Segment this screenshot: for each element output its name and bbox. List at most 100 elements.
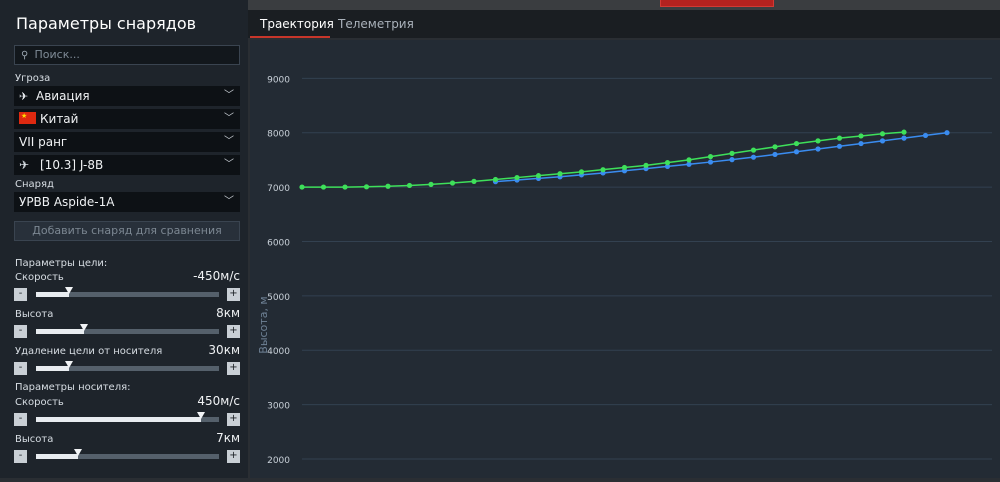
search-input[interactable]: ⚲ Поиск...	[14, 45, 240, 65]
rank-value: VII ранг	[19, 135, 68, 149]
target-speed-plus-button[interactable]: +	[227, 288, 240, 301]
carrier-altitude-minus-button[interactable]: -	[14, 450, 27, 463]
search-placeholder: Поиск...	[34, 48, 80, 61]
data-point	[793, 149, 800, 155]
data-point	[879, 138, 886, 144]
y-tick-label: 5000	[267, 293, 290, 303]
chevron-down-icon: ﹀	[224, 113, 234, 124]
data-point	[406, 182, 413, 189]
data-point	[707, 154, 714, 160]
carrier-speed-label: Скорость	[15, 397, 64, 408]
data-point	[707, 159, 714, 165]
data-point	[643, 162, 649, 168]
data-point	[879, 131, 886, 137]
country-select[interactable]: ★ Китай ﹀	[14, 109, 240, 129]
target-distance-value: 30км	[208, 343, 240, 357]
slider-thumb[interactable]	[64, 287, 73, 294]
data-point	[557, 171, 563, 177]
y-tick-label: 7000	[267, 184, 290, 194]
threat-type-select[interactable]: ✈ Авиация ﹀	[14, 86, 240, 106]
jet-icon: ✈	[19, 158, 30, 172]
top-badge	[660, 0, 774, 7]
carrier-speed-plus-button[interactable]: +	[227, 413, 240, 426]
tab-trajectory[interactable]: Траектория	[260, 17, 334, 31]
data-point	[729, 157, 735, 163]
data-point	[944, 130, 950, 136]
carrier-params-heading: Параметры носителя:	[15, 382, 131, 393]
slider-thumb[interactable]	[64, 361, 73, 368]
data-point	[793, 140, 800, 147]
target-speed-minus-button[interactable]: -	[14, 288, 27, 301]
threat-label: Угроза	[15, 73, 51, 84]
target-altitude-plus-button[interactable]: +	[227, 325, 240, 338]
shell-params-sidebar: Параметры снарядов ⚲ Поиск... Угроза ✈ Ав…	[0, 0, 248, 478]
country-value: Китай	[40, 112, 79, 126]
shell-label: Снаряд	[15, 179, 54, 190]
data-point	[449, 180, 456, 186]
chevron-down-icon: ﹀	[224, 196, 234, 207]
carrier-altitude-slider[interactable]	[36, 449, 219, 459]
shell-select[interactable]: УРВВ Aspide-1A ﹀	[14, 192, 240, 212]
y-tick-label: 6000	[267, 238, 290, 248]
data-point	[299, 184, 305, 190]
target-distance-plus-button[interactable]: +	[227, 362, 240, 375]
carrier-speed-slider[interactable]	[36, 412, 219, 422]
slider-thumb[interactable]	[79, 324, 88, 331]
slider-thumb[interactable]	[196, 412, 205, 419]
data-point	[578, 169, 585, 175]
data-point	[772, 151, 778, 158]
data-point	[600, 167, 606, 173]
sidebar-title: Параметры снарядов	[16, 14, 197, 33]
data-point	[836, 135, 843, 141]
y-tick-label: 4000	[267, 347, 290, 357]
data-point	[729, 150, 735, 156]
data-point	[815, 146, 821, 152]
vehicle-select[interactable]: ✈ [10.3] J-8B ﹀	[14, 155, 240, 175]
data-point	[535, 173, 542, 179]
add-compare-shell-button[interactable]: Добавить снаряд для сравнения	[14, 221, 240, 241]
search-icon: ⚲	[21, 50, 29, 61]
data-point	[901, 129, 907, 135]
slider-fill	[36, 329, 84, 334]
target-distance-slider[interactable]	[36, 361, 219, 371]
y-tick-label: 3000	[267, 402, 290, 412]
data-point	[858, 140, 864, 147]
target-altitude-slider[interactable]	[36, 324, 219, 334]
carrier-speed-minus-button[interactable]: -	[14, 413, 27, 426]
slider-thumb[interactable]	[74, 449, 83, 456]
rank-select[interactable]: VII ранг ﹀	[14, 132, 240, 152]
data-point	[686, 157, 692, 163]
series-line	[495, 131, 948, 183]
data-point	[342, 184, 348, 190]
data-point	[514, 174, 520, 181]
target-speed-slider[interactable]	[36, 287, 219, 297]
y-tick-label: 8000	[267, 130, 290, 140]
shell-value: УРВВ Aspide-1A	[19, 195, 115, 209]
chevron-down-icon: ﹀	[224, 159, 234, 170]
data-point	[922, 132, 929, 139]
trajectory-chart-svg: 2000 3000 4000 5000 6000 7000 8000 9000 Высота,…	[257, 75, 992, 466]
data-point	[858, 133, 864, 139]
y-tick-label: 2000	[267, 456, 290, 466]
vehicle-value: [10.3] J-8B	[40, 158, 104, 172]
china-flag-icon: ★	[19, 112, 36, 124]
slider-fill	[36, 417, 201, 422]
target-speed-value: -450м/с	[193, 269, 240, 283]
carrier-altitude-plus-button[interactable]: +	[227, 450, 240, 463]
view-tabs: Траектория Телеметрия	[248, 10, 1000, 38]
target-altitude-minus-button[interactable]: -	[14, 325, 27, 338]
trajectory-chart: 2000 3000 4000 5000 6000 7000 8000 9000 Высота,…	[250, 40, 1000, 478]
data-point	[385, 183, 391, 189]
data-point	[815, 138, 821, 144]
tab-telemetry[interactable]: Телеметрия	[338, 17, 414, 31]
slider-fill	[36, 454, 79, 459]
data-point	[320, 184, 327, 190]
target-altitude-value: 8км	[216, 306, 240, 320]
carrier-altitude-label: Высота	[15, 434, 54, 445]
target-altitude-label: Высота	[15, 309, 54, 320]
target-distance-minus-button[interactable]: -	[14, 362, 27, 375]
data-point	[492, 176, 499, 183]
series-line	[302, 131, 905, 188]
aircraft-icon: ✈	[19, 90, 29, 103]
y-axis-label: Высота, м	[257, 296, 270, 353]
